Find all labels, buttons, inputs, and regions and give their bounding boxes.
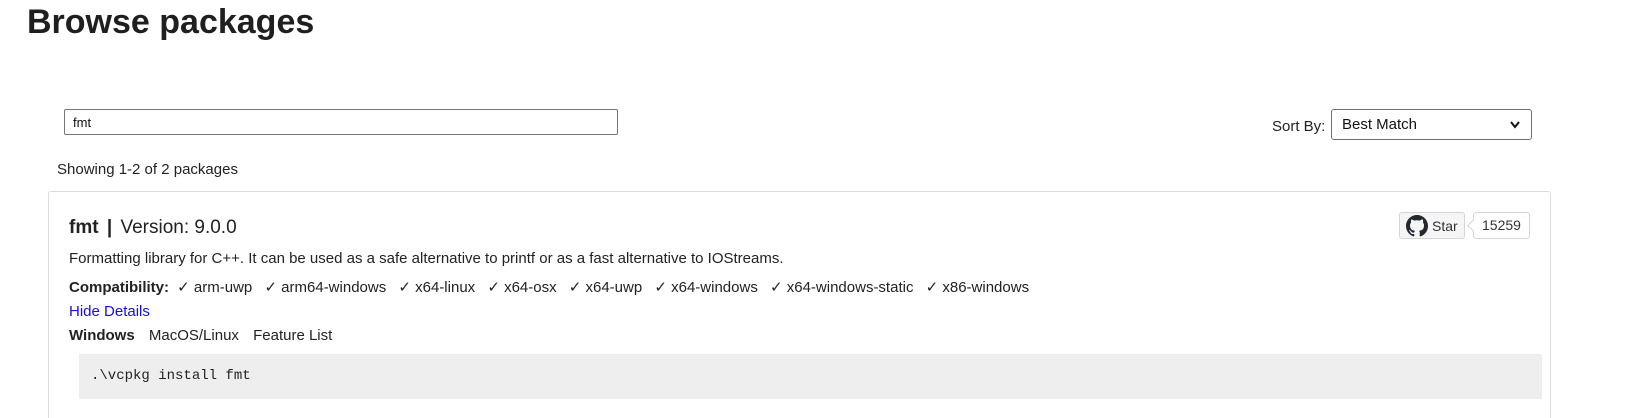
package-separator: | [106,217,113,238]
package-name: fmt [69,217,99,238]
install-tabs: Windows MacOS/Linux Feature List [69,327,342,345]
github-star-button[interactable]: Star [1399,212,1465,239]
triplet-x64-windows-static: ✓ x64-windows-static [770,279,914,296]
browse-packages-page: Browse packages Sort By: Best Match Show… [0,0,1640,418]
triplet-x64-uwp: ✓ x64-uwp [568,279,643,296]
star-count[interactable]: 15259 [1473,212,1530,239]
sort-selected-value: Best Match [1342,116,1418,133]
compatibility-list: Compatibility: ✓ arm-uwp ✓ arm64-windows… [69,279,1037,297]
tab-windows[interactable]: Windows [69,327,135,344]
triplet-x64-linux: ✓ x64-linux [398,279,476,296]
github-icon [1406,214,1428,237]
triplet-arm-uwp: ✓ arm-uwp [177,279,253,296]
package-version: Version: 9.0.0 [120,217,237,238]
tab-macos-linux[interactable]: MacOS/Linux [149,327,239,344]
triplet-x64-windows: ✓ x64-windows [654,279,758,296]
triplet-x86-windows: ✓ x86-windows [925,279,1030,296]
triplet-arm64-windows: ✓ arm64-windows [264,279,387,296]
package-header: fmt | Version: 9.0.0 [69,217,237,239]
install-command: .\vcpkg install fmt [79,354,1542,399]
sort-select[interactable]: Best Match [1331,109,1532,140]
package-card: fmt | Version: 9.0.0 Star 15259 Formatti… [48,191,1551,418]
compatibility-label: Compatibility: [69,279,169,296]
search-input[interactable] [64,109,618,135]
star-label: Star [1432,217,1458,234]
page-title: Browse packages [27,3,315,41]
package-description: Formatting library for C++. It can be us… [69,250,784,267]
tab-feature-list[interactable]: Feature List [253,327,332,344]
result-count: Showing 1-2 of 2 packages [57,161,238,178]
triplet-x64-osx: ✓ x64-osx [487,279,557,296]
chevron-down-icon [1509,111,1521,150]
hide-details-link[interactable]: Hide Details [69,303,150,321]
sort-label: Sort By: [1272,118,1326,135]
